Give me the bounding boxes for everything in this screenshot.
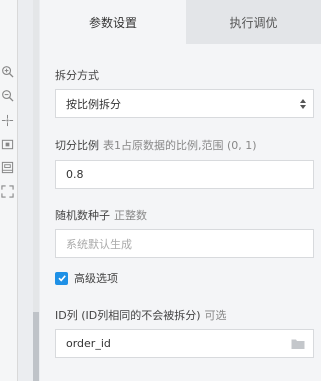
split-ratio-input[interactable]: 0.8 xyxy=(55,160,314,189)
split-method-select[interactable]: 按比例拆分 xyxy=(55,89,314,118)
id-column-hint: 可选 xyxy=(204,309,227,322)
advanced-options-checkbox[interactable] xyxy=(55,271,68,285)
fit-view-icon[interactable] xyxy=(0,113,14,127)
split-method-label-text: 拆分方式 xyxy=(55,69,99,82)
id-column-label-text: ID列 (ID列相同的不会被拆分) xyxy=(55,309,201,322)
split-method-value: 按比例拆分 xyxy=(66,97,121,111)
random-seed-hint: 正整数 xyxy=(114,209,147,222)
panel-tabs: 参数设置 执行调优 xyxy=(40,0,321,44)
tab-parameter-settings-label: 参数设置 xyxy=(88,15,137,30)
tab-execution-tuning[interactable]: 执行调优 xyxy=(186,0,321,44)
fullscreen-icon[interactable] xyxy=(0,184,14,198)
zoom-out-icon[interactable] xyxy=(0,88,14,102)
random-seed-input[interactable]: 系统默认生成 xyxy=(55,229,314,258)
app-root: 参数设置 执行调优 拆分方式 按比例拆分 切分比例 表1占原数据的比例,范围 (0… xyxy=(0,0,321,381)
random-seed-label-text: 随机数种子 xyxy=(55,209,110,222)
random-seed-placeholder: 系统默认生成 xyxy=(66,237,132,251)
id-column-value: order_id xyxy=(66,337,111,350)
layout-icon[interactable] xyxy=(0,160,14,174)
select-caret-icon xyxy=(300,99,306,109)
check-icon xyxy=(57,275,66,282)
id-column-label: ID列 (ID列相同的不会被拆分) 可选 xyxy=(55,307,227,323)
tab-execution-tuning-label: 执行调优 xyxy=(229,15,278,30)
canvas-toolbar xyxy=(0,0,18,381)
id-column-input[interactable]: order_id xyxy=(55,329,314,358)
tab-parameter-settings[interactable]: 参数设置 xyxy=(40,0,186,44)
advanced-options-row[interactable]: 高级选项 xyxy=(55,270,118,286)
scrollbar-thumb[interactable] xyxy=(33,312,39,381)
split-ratio-value: 0.8 xyxy=(66,168,84,181)
split-ratio-hint: 表1占原数据的比例,范围 (0, 1) xyxy=(103,139,257,152)
random-seed-label: 随机数种子 正整数 xyxy=(55,207,147,223)
folder-icon[interactable] xyxy=(291,338,305,350)
split-ratio-label: 切分比例 表1占原数据的比例,范围 (0, 1) xyxy=(55,137,257,153)
zoom-in-icon[interactable] xyxy=(0,64,14,78)
split-method-label: 拆分方式 xyxy=(55,67,99,83)
settings-panel: 参数设置 执行调优 拆分方式 按比例拆分 切分比例 表1占原数据的比例,范围 (0… xyxy=(40,0,321,381)
split-ratio-label-text: 切分比例 xyxy=(55,139,99,152)
advanced-options-label: 高级选项 xyxy=(74,272,118,285)
minimap-icon[interactable] xyxy=(0,137,14,151)
